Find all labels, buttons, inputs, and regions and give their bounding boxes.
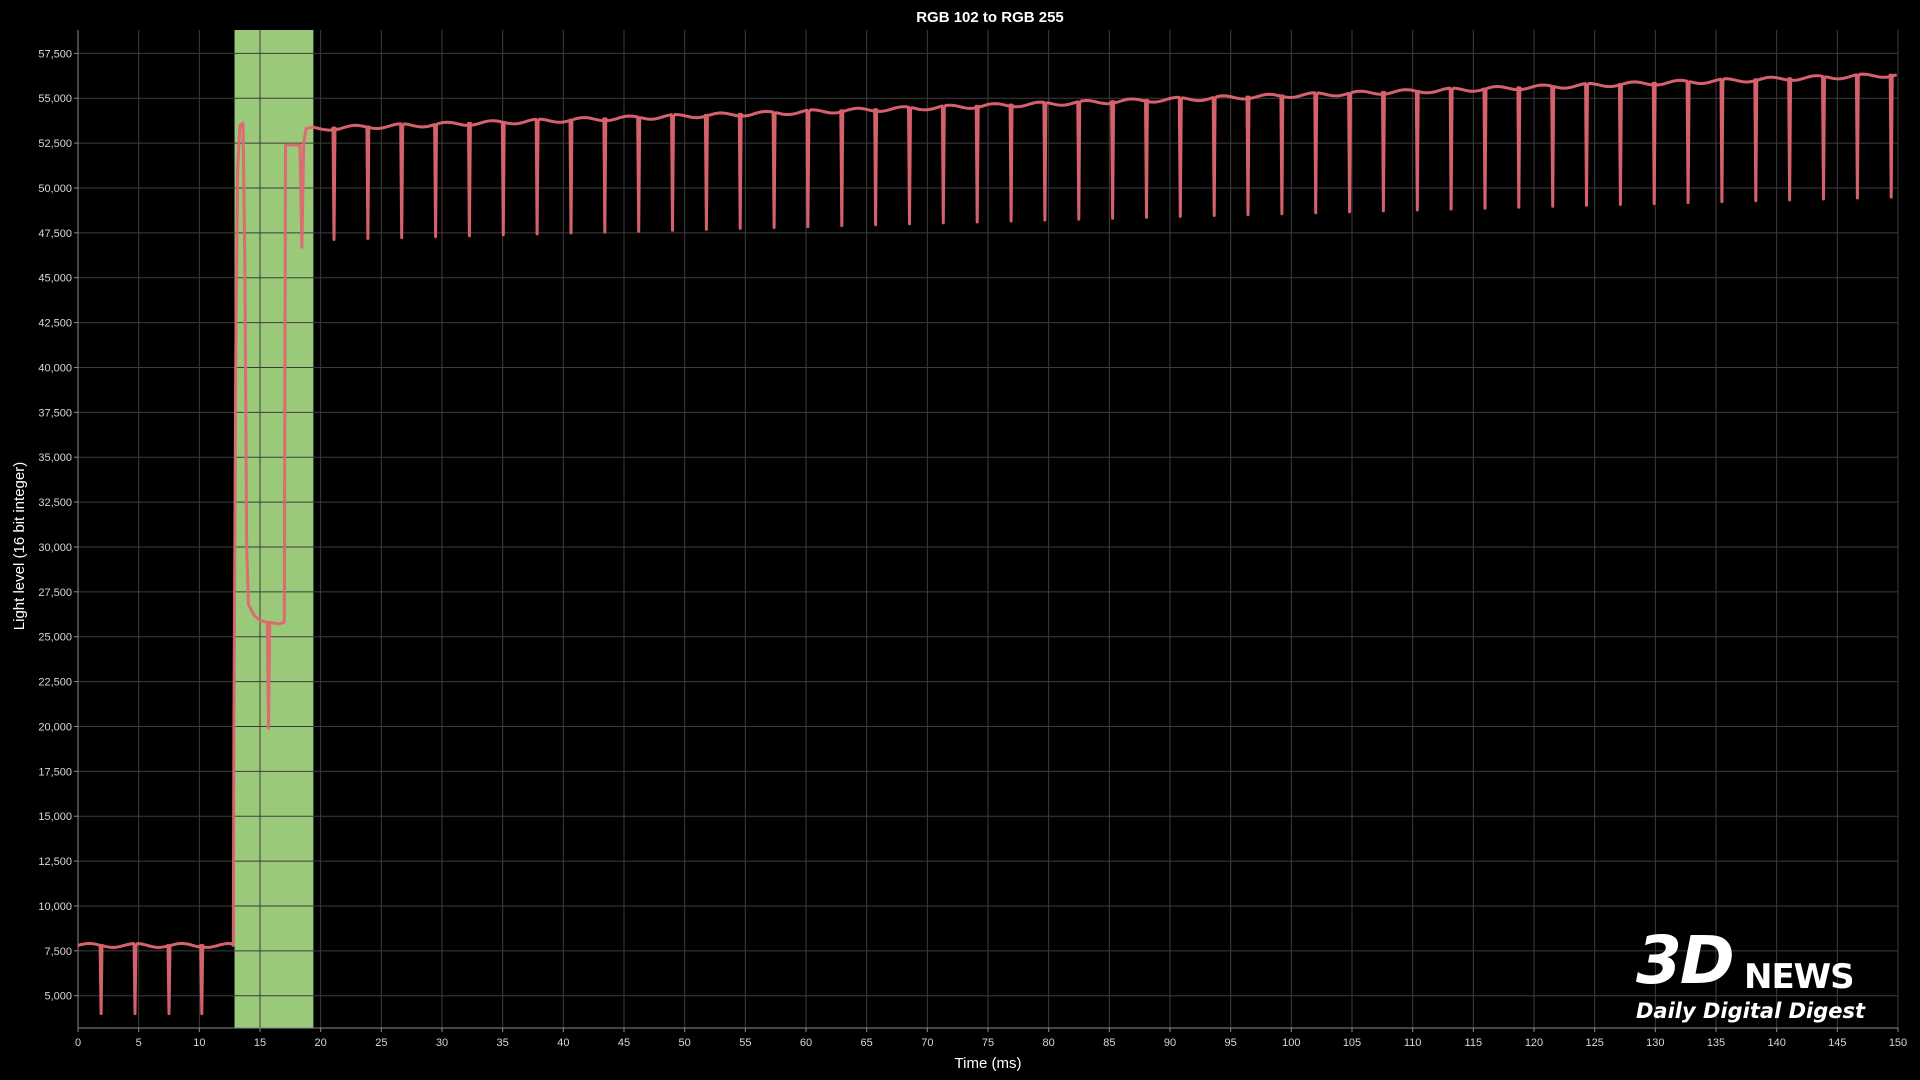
y-tick-label: 10,000	[38, 901, 72, 913]
x-tick-label: 55	[739, 1037, 751, 1049]
y-tick-label: 35,000	[38, 452, 72, 464]
x-tick-label: 125	[1585, 1037, 1603, 1049]
x-tick-label: 20	[315, 1037, 327, 1049]
watermark-logo: 3D NEWS Daily Digital Digest	[1632, 928, 1882, 1028]
x-tick-label: 65	[861, 1037, 873, 1049]
x-tick-label: 145	[1828, 1037, 1846, 1049]
x-tick-label: 140	[1767, 1037, 1785, 1049]
x-tick-label: 70	[921, 1037, 933, 1049]
x-tick-label: 10	[193, 1037, 205, 1049]
y-tick-label: 47,500	[38, 228, 72, 240]
y-tick-label: 52,500	[38, 138, 72, 150]
y-tick-label: 45,000	[38, 273, 72, 285]
x-tick-label: 85	[1103, 1037, 1115, 1049]
x-tick-label: 120	[1525, 1037, 1543, 1049]
x-tick-label: 5	[136, 1037, 142, 1049]
y-tick-label: 17,500	[38, 766, 72, 778]
y-tick-label: 7,500	[44, 946, 72, 958]
x-tick-label: 0	[75, 1037, 81, 1049]
x-tick-label: 135	[1707, 1037, 1725, 1049]
y-tick-label: 5,000	[44, 991, 72, 1003]
y-tick-label: 50,000	[38, 183, 72, 195]
y-axis-label: Light level (16 bit integer)	[11, 462, 28, 630]
x-tick-label: 100	[1282, 1037, 1300, 1049]
x-tick-label: 75	[982, 1037, 994, 1049]
y-tick-label: 25,000	[38, 632, 72, 644]
y-tick-label: 40,000	[38, 362, 72, 374]
y-tick-label: 15,000	[38, 811, 72, 823]
x-axis-label: Time (ms)	[955, 1055, 1022, 1072]
y-tick-label: 55,000	[38, 93, 72, 105]
x-tick-label: 110	[1404, 1037, 1422, 1049]
x-tick-label: 90	[1164, 1037, 1176, 1049]
x-tick-label: 115	[1465, 1037, 1483, 1049]
x-tick-label: 105	[1343, 1037, 1361, 1049]
x-tick-label: 40	[557, 1037, 569, 1049]
y-tick-label: 37,500	[38, 407, 72, 419]
x-tick-label: 80	[1043, 1037, 1055, 1049]
y-tick-label: 30,000	[38, 542, 72, 554]
chart-title: RGB 102 to RGB 255	[916, 9, 1064, 26]
y-tick-label: 22,500	[38, 677, 72, 689]
y-tick-label: 32,500	[38, 497, 72, 509]
x-tick-label: 30	[436, 1037, 448, 1049]
chart: RGB 102 to RGB 255 0 5 10 15 20 25 30 35 40 45 50 5…	[0, 0, 1920, 1080]
watermark-tagline: Daily Digital Digest	[1636, 999, 1866, 1023]
x-tick-label: 95	[1225, 1037, 1237, 1049]
x-tick-label: 25	[375, 1037, 387, 1049]
x-tick-label: 60	[800, 1037, 812, 1049]
y-tick-label: 27,500	[38, 587, 72, 599]
x-tick-label: 15	[254, 1037, 266, 1049]
y-tick-label: 20,000	[38, 721, 72, 733]
x-tick-label: 45	[618, 1037, 630, 1049]
x-tick-label: 130	[1646, 1037, 1664, 1049]
x-tick-label: 35	[497, 1037, 509, 1049]
watermark-mark: 3D	[1636, 922, 1735, 999]
y-tick-label: 42,500	[38, 318, 72, 330]
watermark-word: NEWS	[1744, 957, 1855, 997]
x-tick-label: 50	[679, 1037, 691, 1049]
y-tick-label: 57,500	[38, 48, 72, 60]
x-tick-label: 150	[1889, 1037, 1907, 1049]
y-tick-label: 12,500	[38, 856, 72, 868]
